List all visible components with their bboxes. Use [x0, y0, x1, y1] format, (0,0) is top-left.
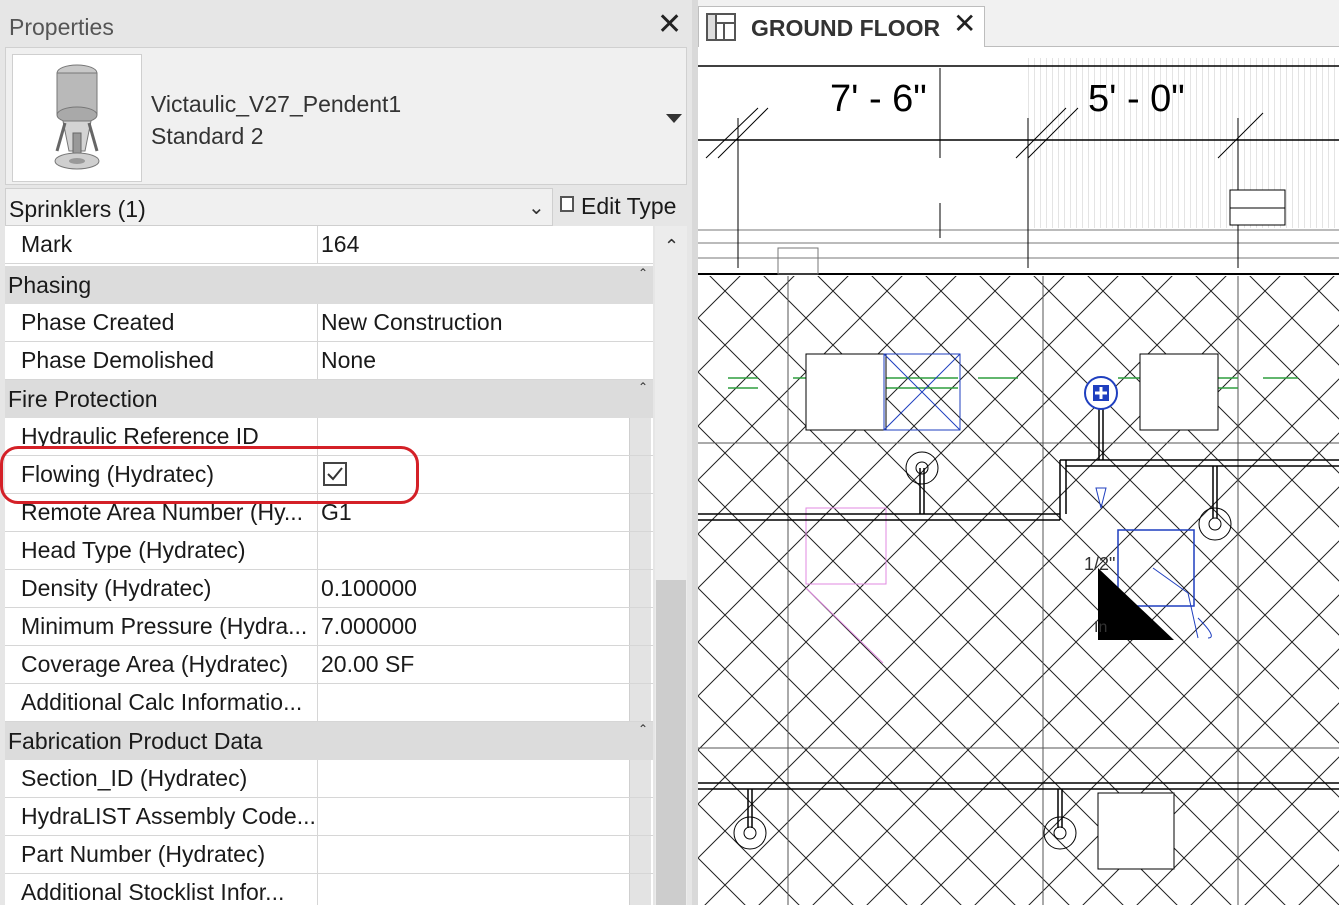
param-value[interactable]: 20.00 SF: [321, 651, 414, 678]
row-density[interactable]: Density (Hydratec) 0.100000: [5, 570, 653, 608]
row-mark[interactable]: Mark 164: [5, 226, 653, 264]
row-flowing[interactable]: Flowing (Hydratec): [5, 456, 653, 494]
row-calc-info[interactable]: Additional Calc Informatio...: [5, 684, 653, 722]
divider: [317, 874, 318, 905]
param-name: HydraLIST Assembly Code...: [21, 803, 316, 829]
checkmark-icon: [327, 467, 343, 481]
row-stocklist[interactable]: Additional Stocklist Infor...: [5, 874, 653, 905]
row-button[interactable]: [629, 760, 651, 797]
param-name: Part Number (Hydratec): [21, 841, 266, 867]
divider: [317, 684, 318, 721]
collapse-icon[interactable]: ⌃: [638, 266, 648, 280]
dropdown-arrow-icon[interactable]: [666, 114, 682, 123]
palette-title: Properties: [9, 14, 114, 40]
row-section-id[interactable]: Section_ID (Hydratec): [5, 760, 653, 798]
floor-plan-icon: [706, 13, 736, 41]
row-remote-area[interactable]: Remote Area Number (Hy... G1: [5, 494, 653, 532]
divider: [317, 836, 318, 873]
param-name: Additional Calc Informatio...: [21, 689, 303, 715]
room-tag: In: [1094, 619, 1107, 636]
group-fabrication[interactable]: Fabrication Product Data ⌃: [5, 722, 653, 760]
checkbox-icon[interactable]: [323, 462, 347, 486]
param-value[interactable]: New Construction: [321, 309, 503, 336]
row-button[interactable]: [629, 798, 651, 835]
group-label: Fire Protection: [8, 386, 158, 412]
close-icon[interactable]: ✕: [657, 10, 682, 40]
dimension-label-1: 7' - 6": [830, 78, 927, 120]
param-value[interactable]: 7.000000: [321, 613, 417, 640]
row-hydraulic-ref[interactable]: Hydraulic Reference ID: [5, 418, 653, 456]
floor-plan-drawing[interactable]: 7' - 6" 5' - 0" 1/2" In: [698, 48, 1339, 905]
row-button[interactable]: [629, 646, 651, 683]
param-name: Phase Created: [21, 309, 175, 335]
tab-label: GROUND FLOOR: [751, 15, 941, 41]
row-min-pressure[interactable]: Minimum Pressure (Hydra... 7.000000: [5, 608, 653, 646]
divider: [317, 342, 318, 379]
scroll-up-icon[interactable]: ⌃: [664, 236, 679, 257]
row-coverage[interactable]: Coverage Area (Hydratec) 20.00 SF: [5, 646, 653, 684]
param-value[interactable]: 164: [321, 231, 359, 258]
edit-type-label: Edit Type: [581, 193, 677, 219]
pipe-size-tag: 1/2": [1084, 554, 1115, 574]
param-name: Flowing (Hydratec): [21, 461, 214, 487]
row-button[interactable]: [629, 456, 651, 493]
collapse-icon[interactable]: ⌃: [638, 722, 648, 736]
group-label: Phasing: [8, 272, 92, 298]
drawing-canvas[interactable]: 7' - 6" 5' - 0" 1/2" In: [698, 48, 1339, 905]
group-phasing[interactable]: Phasing ⌃: [5, 266, 653, 304]
scroll-thumb[interactable]: [656, 580, 686, 905]
divider: [317, 456, 318, 493]
param-value[interactable]: None: [321, 347, 376, 374]
collapse-icon[interactable]: ⌃: [638, 380, 648, 394]
param-name: Section_ID (Hydratec): [21, 765, 248, 791]
param-name: Minimum Pressure (Hydra...: [21, 613, 308, 639]
group-fire-protection[interactable]: Fire Protection ⌃: [5, 380, 653, 418]
param-value[interactable]: 0.100000: [321, 575, 417, 602]
sprinkler-thumbnail: [12, 54, 142, 182]
row-button[interactable]: [629, 494, 651, 531]
row-button[interactable]: [629, 532, 651, 569]
param-name: Additional Stocklist Infor...: [21, 879, 285, 905]
param-name: Coverage Area (Hydratec): [21, 651, 289, 677]
divider: [317, 646, 318, 683]
row-phase-demolished[interactable]: Phase Demolished None: [5, 342, 653, 380]
row-button[interactable]: [629, 608, 651, 645]
row-button[interactable]: [629, 874, 651, 905]
type-subname: Standard 2: [151, 123, 264, 149]
chevron-down-icon[interactable]: ⌄: [528, 195, 545, 220]
row-button[interactable]: [629, 570, 651, 607]
category-label: Sprinklers (1): [9, 196, 146, 222]
group-label: Fabrication Product Data: [8, 728, 263, 754]
divider: [317, 608, 318, 645]
dimension-label-2: 5' - 0": [1088, 78, 1185, 120]
divider: [317, 570, 318, 607]
edit-type-icon: [560, 196, 574, 212]
param-name: Head Type (Hydratec): [21, 537, 246, 563]
row-button[interactable]: [629, 684, 651, 721]
divider: [317, 418, 318, 455]
type-name: Victaulic_V27_Pendent1: [151, 91, 402, 117]
divider: [317, 226, 318, 263]
divider: [317, 304, 318, 341]
divider: [317, 532, 318, 569]
row-button[interactable]: [629, 418, 651, 455]
divider: [317, 494, 318, 531]
properties-grid: Mark 164 Phasing ⌃ Phase Created New Con…: [5, 226, 653, 905]
param-value[interactable]: G1: [321, 499, 352, 526]
close-icon[interactable]: ✕: [953, 10, 976, 38]
param-name: Phase Demolished: [21, 347, 215, 373]
divider: [317, 760, 318, 797]
param-name: Density (Hydratec): [21, 575, 212, 601]
row-part-number[interactable]: Part Number (Hydratec): [5, 836, 653, 874]
row-phase-created[interactable]: Phase Created New Construction: [5, 304, 653, 342]
sprinkler-icon: [54, 64, 100, 170]
divider: [317, 798, 318, 835]
row-button[interactable]: [629, 836, 651, 873]
row-hydralist[interactable]: HydraLIST Assembly Code...: [5, 798, 653, 836]
param-name: Hydraulic Reference ID: [21, 423, 259, 449]
row-head-type[interactable]: Head Type (Hydratec): [5, 532, 653, 570]
param-name: Remote Area Number (Hy...: [21, 499, 304, 525]
param-name: Mark: [21, 231, 73, 257]
